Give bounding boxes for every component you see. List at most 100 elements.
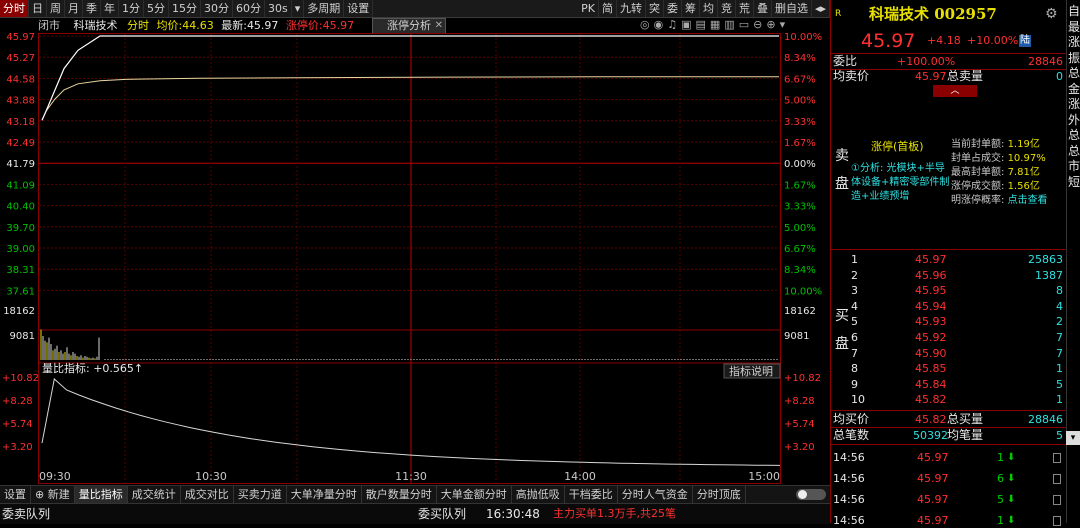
grid-icon[interactable]: ▦	[710, 18, 720, 31]
price-tick-label: 45.27	[6, 53, 35, 64]
avg-sell-value: 45.97	[915, 70, 947, 83]
r-icon: R	[835, 9, 842, 19]
tab-trade-compare[interactable]: 成交对比	[181, 486, 234, 503]
avg-label: 均价:	[156, 19, 183, 32]
settings-button[interactable]: 设置	[344, 0, 374, 17]
tab-quarter[interactable]: 季	[83, 0, 101, 17]
tab-multi-period[interactable]: 多周期	[304, 0, 345, 17]
tab-month[interactable]: 月	[65, 0, 83, 17]
tab-30s[interactable]: 30s	[265, 0, 292, 17]
bid-row[interactable]: 1 45.97 25863	[831, 252, 1067, 267]
bid-row[interactable]: 3 45.95 8	[831, 283, 1067, 298]
lock-icon[interactable]: ▣	[681, 18, 691, 31]
share-icon[interactable]: ▤	[696, 18, 706, 31]
bid-row[interactable]: 4 45.94 4	[831, 299, 1067, 314]
bid-row[interactable]: 6 45.92 7	[831, 330, 1067, 345]
tab-5min[interactable]: 5分	[144, 0, 169, 17]
bid-price: 45.94	[915, 299, 947, 313]
average-button[interactable]: 均	[700, 0, 718, 17]
bid-level: 6	[851, 331, 858, 344]
avg-sell-label: 均卖价	[833, 69, 870, 83]
tab-high-low[interactable]: 高抛低吸	[512, 486, 565, 503]
explain-button[interactable]: 指标说明	[729, 364, 773, 378]
side-field-label: 自	[1068, 4, 1080, 18]
right-pct-axis: 10.00% 8.34% 6.67% 5.00% 3.33% 1.67% 0.00% 1.67…	[784, 33, 822, 297]
bid-volume: 5	[1056, 377, 1063, 391]
bid-volume: 2	[1056, 315, 1063, 329]
expand-icon[interactable]: ▭	[739, 18, 749, 31]
tab-intraday[interactable]: 分时	[0, 0, 29, 17]
seal-val-0: 1.19亿	[1007, 139, 1040, 150]
nine-turn-button[interactable]: 九转	[617, 0, 646, 17]
chart-icon-bar: ◎ ◉ ♫ ▣ ▤ ▦ ▥ ▭ ⊖ ⊕ ▾	[640, 18, 785, 31]
tab-new[interactable]: ⊕ 新建	[31, 486, 75, 503]
bid-row[interactable]: 5 45.93 2	[831, 314, 1067, 329]
text-icon[interactable]: ▥	[724, 18, 734, 31]
simple-button[interactable]: 简	[599, 0, 617, 17]
tab-30min[interactable]: 30分	[201, 0, 233, 17]
period-dropdown-icon[interactable]: ▾	[292, 0, 305, 17]
tab-trade-stats[interactable]: 成交统计	[128, 486, 181, 503]
bid-row[interactable]: 8 45.85 1	[831, 361, 1067, 376]
limit-label: 涨停价:	[285, 19, 323, 32]
tab-day[interactable]: 日	[29, 0, 47, 17]
limit-up-analysis-button[interactable]: 涨停分析 ✕	[372, 18, 446, 34]
queue-bar: 委卖队列 委买队列 16:30:48 主力买单1.3万手,共25笔	[0, 503, 830, 524]
arrows-icon[interactable]: ◂▸	[812, 0, 830, 17]
intraday-chart[interactable]: 45.97 45.27 44.58 43.88 43.18 42.49 41.79 41.09…	[0, 33, 830, 485]
tab-60min[interactable]: 60分	[233, 0, 265, 17]
tick-price: 45.97	[917, 472, 949, 485]
tab-year[interactable]: 年	[101, 0, 119, 17]
bid-row[interactable]: 9 45.84 5	[831, 377, 1067, 392]
close-icon[interactable]: ✕	[435, 19, 443, 33]
volume-bars	[40, 329, 778, 360]
collapse-up-icon[interactable]: ︿	[933, 85, 977, 97]
gear-icon[interactable]: ⚙	[1045, 4, 1058, 24]
seal-label-4: 明涨停概率:	[951, 195, 1005, 206]
tab-top-bottom[interactable]: 分时顶底	[693, 486, 746, 503]
side-dropdown-icon[interactable]: ▾	[1066, 431, 1080, 445]
bid-level: 9	[851, 377, 858, 391]
tab-week[interactable]: 周	[47, 0, 65, 17]
zoom-in-icon[interactable]: ⊕	[766, 18, 775, 31]
tick-row: 14:56 45.97 1 ⬇	[831, 513, 1067, 528]
tick-flag	[1053, 474, 1061, 484]
volume-tick-label-right: 9081	[784, 331, 809, 342]
volume-tick-label: 18162	[3, 306, 35, 317]
seal-val-4[interactable]: 点击查看	[1008, 195, 1048, 206]
overlay-button[interactable]: 叠	[754, 0, 772, 17]
more-icon[interactable]: ▾	[780, 18, 786, 31]
quote-pct: +10.00%	[967, 34, 1019, 47]
tab-big-order-net[interactable]: 大单净量分时	[287, 486, 362, 503]
huang-button[interactable]: 荒	[736, 0, 754, 17]
bell-icon[interactable]: ♫	[667, 18, 677, 31]
tab-15min[interactable]: 15分	[169, 0, 201, 17]
chip-button[interactable]: 筹	[682, 0, 700, 17]
tab-order-ratio[interactable]: 干档委比	[565, 486, 618, 503]
tab-1min[interactable]: 1分	[119, 0, 144, 17]
toggle-switch[interactable]	[796, 489, 826, 500]
bid-price: 45.93	[915, 315, 947, 329]
zt-reason[interactable]: ①分析: 光模块+半导体设备+精密零部件制造+业绩预增	[851, 162, 951, 204]
bid-row[interactable]: 2 45.96 1387	[831, 268, 1067, 283]
circle-icon[interactable]: ◎	[640, 18, 650, 31]
pk-button[interactable]: PK	[578, 0, 599, 17]
tab-popularity-fund[interactable]: 分时人气资金	[618, 486, 693, 503]
tab-volume-ratio[interactable]: 量比指标	[74, 486, 128, 503]
buy-queue-label[interactable]: 委买队列	[418, 504, 466, 524]
eye-icon[interactable]: ◉	[654, 18, 664, 31]
order-button[interactable]: 委	[664, 0, 682, 17]
tab-settings[interactable]: 设置	[0, 486, 31, 503]
tab-retail-count[interactable]: 散户数量分时	[362, 486, 437, 503]
tab-big-order-amount[interactable]: 大单金额分时	[437, 486, 512, 503]
bid-row[interactable]: 10 45.82 1	[831, 392, 1067, 407]
seal-label-3: 涨停成交额:	[951, 181, 1005, 192]
breakout-button[interactable]: 突	[646, 0, 664, 17]
bid-row[interactable]: 7 45.90 7	[831, 346, 1067, 361]
tab-buy-sell-force[interactable]: 买卖力道	[234, 486, 287, 503]
remove-watchlist-button[interactable]: 删自选	[772, 0, 812, 17]
sell-queue-label[interactable]: 委卖队列	[2, 507, 50, 521]
zoom-out-icon[interactable]: ⊖	[753, 18, 762, 31]
auction-button[interactable]: 竞	[718, 0, 736, 17]
pct-tick-label: 10.00%	[784, 286, 822, 297]
